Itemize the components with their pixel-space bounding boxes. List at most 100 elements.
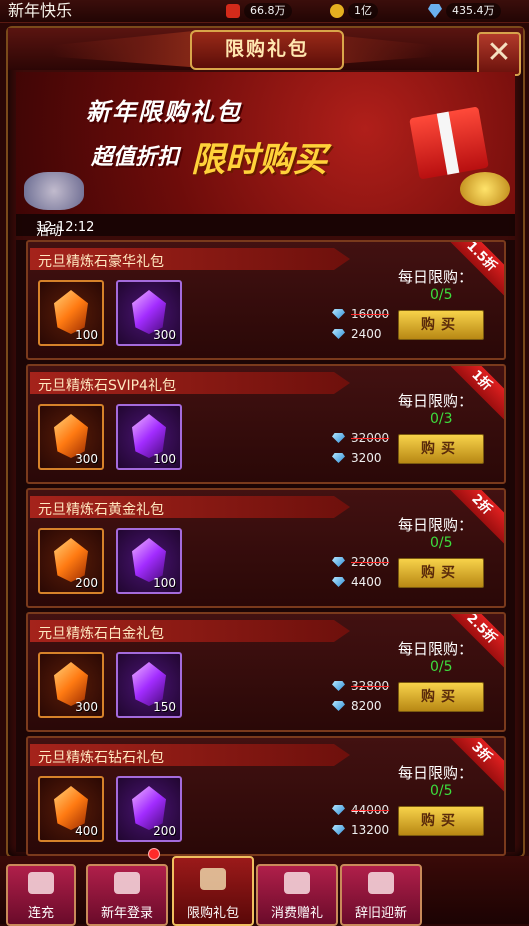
gift-pack-card: 元旦精炼石白金礼包 300 150 32800 8200 每日限购： 0/5 购… <box>26 612 506 732</box>
notification-dot <box>148 848 160 860</box>
tab-label: 限购礼包 <box>186 906 239 921</box>
item-slot-orange[interactable]: 300 <box>38 404 104 470</box>
gold-resource: 1亿 <box>330 2 378 20</box>
tab-label: 辞旧迎新 <box>354 906 407 921</box>
gold-value: 1亿 <box>348 3 378 19</box>
gift-pack-card: 元旦精炼石黄金礼包 200 100 22000 4400 每日限购： 0/5 购… <box>26 488 506 608</box>
original-price: 32000 <box>351 431 390 445</box>
recharge-icon <box>28 872 54 894</box>
daily-limit-label: 每日限购： <box>398 268 474 286</box>
item-quantity: 300 <box>153 328 176 342</box>
item-quantity: 100 <box>153 576 176 590</box>
item-slot-purple[interactable]: 100 <box>116 404 182 470</box>
item-slot-orange[interactable]: 200 <box>38 528 104 594</box>
tab-spend-reward[interactable]: 消费赠礼 <box>256 864 338 926</box>
diamond-icon <box>332 453 345 463</box>
daily-limit-count: 0/5 <box>430 783 453 799</box>
countdown-bar: 活动倒计时：12:12:12 <box>16 214 515 277</box>
item-slot-purple[interactable]: 150 <box>116 652 182 718</box>
close-button[interactable]: ✕ <box>477 32 521 76</box>
diamond-icon <box>332 681 345 691</box>
daily-limit-label: 每日限购： <box>398 764 474 782</box>
tab-farewell-welcome[interactable]: 辞旧迎新 <box>340 864 422 926</box>
buy-button[interactable]: 购买 <box>398 558 484 588</box>
promo-banner: 新年限购礼包 超值折扣 限时购买 <box>16 72 515 214</box>
original-price: 22000 <box>351 555 390 569</box>
gift-box-icon <box>409 106 489 180</box>
diamond-pile-icon <box>24 172 84 210</box>
item-quantity: 150 <box>153 700 176 714</box>
gold-coins-icon <box>330 4 344 18</box>
daily-limit-label: 每日限购： <box>398 392 474 410</box>
banner-subline: 超值折扣 <box>91 145 180 170</box>
banner-headline: 新年限购礼包 <box>86 98 242 126</box>
sale-price: 8200 <box>351 699 382 713</box>
diamond-icon <box>332 825 345 835</box>
item-quantity: 300 <box>75 452 98 466</box>
diamond-icon <box>428 4 442 18</box>
tab-label: 连充 <box>27 906 54 921</box>
diamond-icon <box>332 309 345 319</box>
buy-button[interactable]: 购买 <box>398 806 484 836</box>
original-price: 32800 <box>351 679 390 693</box>
daily-limit-label: 每日限购： <box>398 516 474 534</box>
gift-pack-list[interactable]: 元旦精炼石豪华礼包 100 300 16000 2400 每日限购： 0/5 购… <box>16 240 515 856</box>
original-price: 16000 <box>351 307 390 321</box>
countdown-value: 12:12:12 <box>36 220 95 235</box>
item-slot-orange[interactable]: 100 <box>38 280 104 346</box>
pack-name: 元旦精炼石钻石礼包 <box>38 750 164 766</box>
daily-limit-count: 0/5 <box>430 287 453 303</box>
fireworks-icon <box>368 872 394 894</box>
item-quantity: 100 <box>153 452 176 466</box>
sale-price: 13200 <box>351 823 390 837</box>
sale-price: 4400 <box>351 575 382 589</box>
original-price: 44000 <box>351 803 390 817</box>
event-title: 新年快乐 <box>8 1 73 20</box>
daily-limit-count: 0/5 <box>430 659 453 675</box>
treasure-chest-icon <box>284 872 310 894</box>
item-slot-purple[interactable]: 200 <box>116 776 182 842</box>
item-quantity: 100 <box>75 328 98 342</box>
item-quantity: 300 <box>75 700 98 714</box>
tab-label: 新年登录 <box>100 906 153 921</box>
panel-title: 限购礼包 <box>190 30 344 70</box>
tab-recharge[interactable]: 连充 <box>6 864 76 926</box>
buy-button[interactable]: 购买 <box>398 310 484 340</box>
diamond-icon <box>332 557 345 567</box>
tab-limited-gift[interactable]: 限购礼包 <box>172 856 254 926</box>
buy-button[interactable]: 购买 <box>398 434 484 464</box>
pack-name: 元旦精炼石黄金礼包 <box>38 502 164 518</box>
item-quantity: 200 <box>75 576 98 590</box>
gold-coins-icon <box>460 172 510 206</box>
diamond-icon <box>332 433 345 443</box>
gift-box-icon <box>114 872 140 894</box>
diamond-icon <box>332 701 345 711</box>
item-slot-purple[interactable]: 300 <box>116 280 182 346</box>
pack-name: 元旦精炼石SVIP4礼包 <box>38 378 176 394</box>
pack-name: 元旦精炼石豪华礼包 <box>38 254 164 270</box>
diamond-icon <box>332 329 345 339</box>
sale-price: 3200 <box>351 451 382 465</box>
limited-gift-panel: 限购礼包 ✕ 新年限购礼包 超值折扣 限时购买 活动倒计时：12:12:12 元… <box>6 26 525 858</box>
item-slot-orange[interactable]: 300 <box>38 652 104 718</box>
daily-limit-label: 每日限购： <box>398 640 474 658</box>
gift-pack-card: 元旦精炼石豪华礼包 100 300 16000 2400 每日限购： 0/5 购… <box>26 240 506 360</box>
left-wing-ornament <box>53 30 203 68</box>
gift-basket-icon <box>200 868 226 890</box>
tab-label: 消费赠礼 <box>270 906 323 921</box>
activity-tab-bar: 连充 新年登录 限购礼包 消费赠礼 辞旧迎新 <box>0 856 529 926</box>
daily-limit-count: 0/5 <box>430 535 453 551</box>
diamond-icon <box>332 577 345 587</box>
gift-pack-card: 元旦精炼石钻石礼包 400 200 44000 13200 每日限购： 0/5 … <box>26 736 506 856</box>
gift-pack-card: 元旦精炼石SVIP4礼包 300 100 32000 3200 每日限购： 0/… <box>26 364 506 484</box>
daily-limit-count: 0/3 <box>430 411 453 427</box>
vip-level-resource: 66.8万 <box>226 2 292 20</box>
sale-price: 2400 <box>351 327 382 341</box>
panel-header: 限购礼包 ✕ <box>8 28 523 76</box>
tab-new-year-login[interactable]: 新年登录 <box>86 864 168 926</box>
buy-button[interactable]: 购买 <box>398 682 484 712</box>
banner-highlight: 限时购买 <box>191 140 327 180</box>
item-slot-purple[interactable]: 100 <box>116 528 182 594</box>
vip-level-icon <box>226 4 240 18</box>
item-slot-orange[interactable]: 400 <box>38 776 104 842</box>
